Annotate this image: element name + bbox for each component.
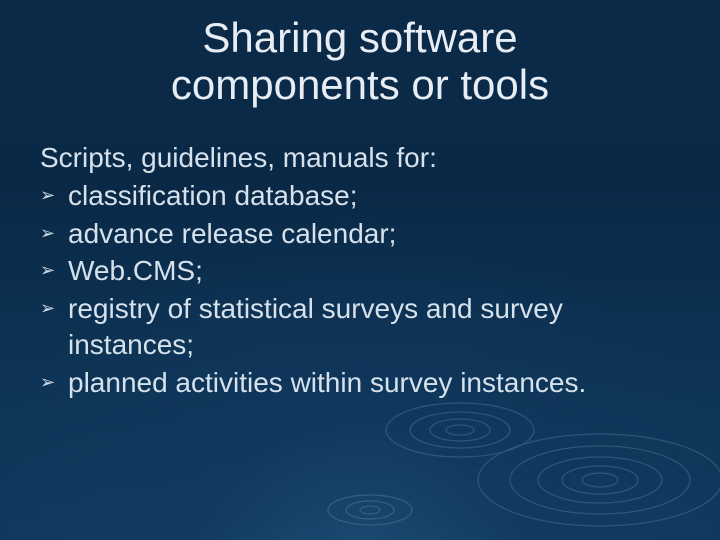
list-item: ➢ Web.CMS; <box>40 253 690 289</box>
chevron-right-icon: ➢ <box>40 291 66 325</box>
list-item-text: advance release calendar; <box>68 216 690 252</box>
list-item-text: Web.CMS; <box>68 253 690 289</box>
chevron-right-icon: ➢ <box>40 253 66 287</box>
list-item: ➢ planned activities within survey insta… <box>40 365 690 401</box>
list-item-text: classification database; <box>68 178 690 214</box>
list-item-text: planned activities within survey instanc… <box>68 365 690 401</box>
chevron-right-icon: ➢ <box>40 216 66 250</box>
list-item: ➢ registry of statistical surveys and su… <box>40 291 690 363</box>
intro-text: Scripts, guidelines, manuals for: <box>40 140 690 176</box>
slide: Sharing software components or tools Scr… <box>0 0 720 540</box>
slide-title: Sharing software components or tools <box>0 14 720 108</box>
title-line-2: components or tools <box>171 61 549 108</box>
title-line-1: Sharing software <box>202 14 517 61</box>
list-item: ➢ advance release calendar; <box>40 216 690 252</box>
chevron-right-icon: ➢ <box>40 365 66 399</box>
list-item: ➢ classification database; <box>40 178 690 214</box>
chevron-right-icon: ➢ <box>40 178 66 212</box>
list-item-text: registry of statistical surveys and surv… <box>68 291 690 363</box>
slide-body: Scripts, guidelines, manuals for: ➢ clas… <box>40 140 690 401</box>
